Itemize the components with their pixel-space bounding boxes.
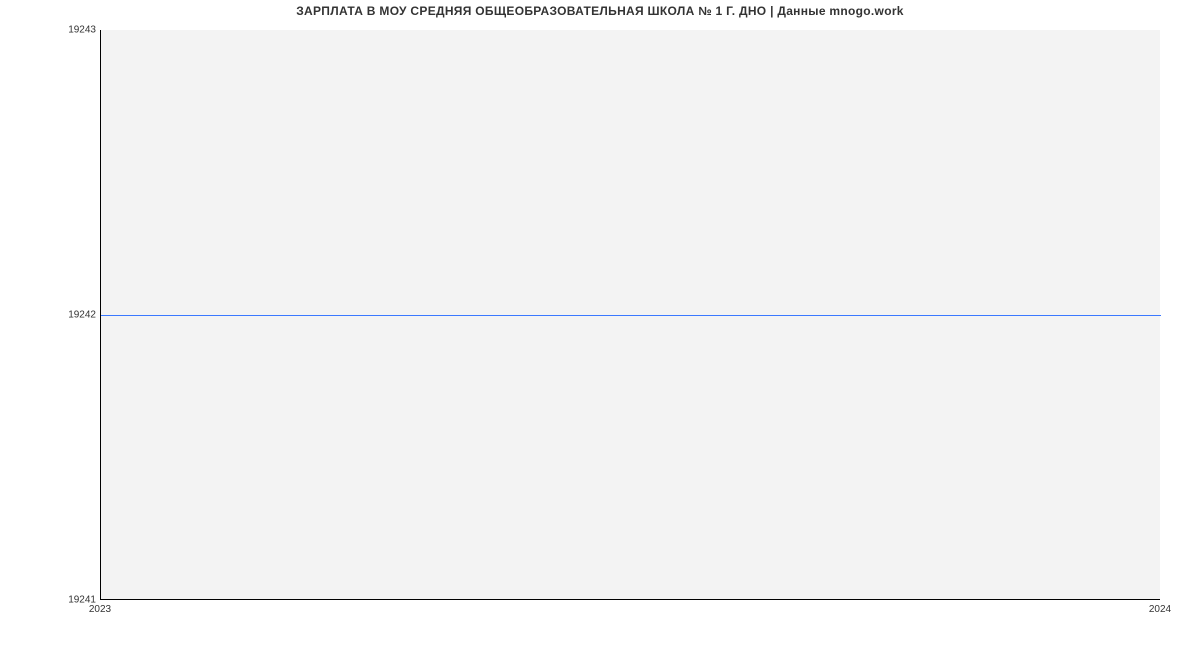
x-tick-label: 2024 [1149,604,1171,615]
x-tick-label: 2023 [89,604,111,615]
y-tick-label: 19243 [6,25,96,36]
chart-title: ЗАРПЛАТА В МОУ СРЕДНЯЯ ОБЩЕОБРАЗОВАТЕЛЬН… [0,4,1200,18]
y-tick-label: 19241 [6,595,96,606]
y-tick-label: 19242 [6,310,96,321]
salary-chart: ЗАРПЛАТА В МОУ СРЕДНЯЯ ОБЩЕОБРАЗОВАТЕЛЬН… [0,0,1200,650]
data-line [101,315,1161,316]
plot-area [100,30,1160,600]
